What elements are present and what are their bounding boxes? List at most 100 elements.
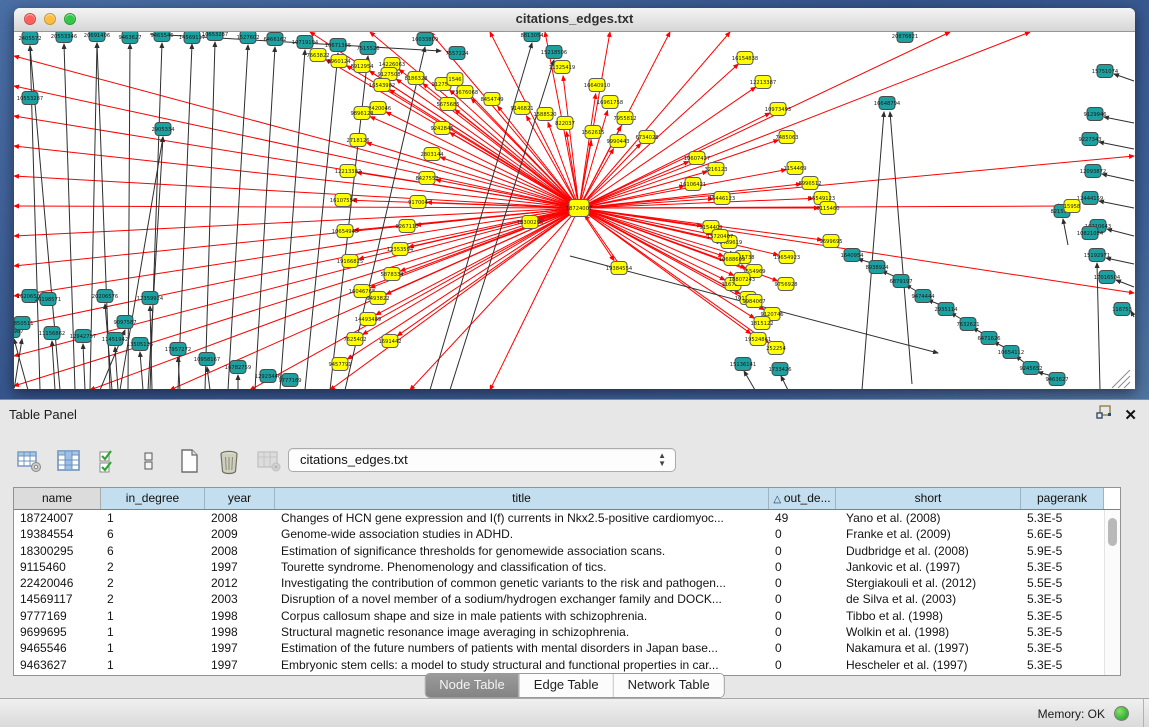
table-cell[interactable]: Hescheler et al. (1997) [836, 657, 1021, 673]
table-cell[interactable]: 5.3E-5 [1021, 510, 1104, 526]
graph-node[interactable]: 20553346 [51, 32, 77, 43]
column-header-year[interactable]: year [205, 488, 275, 509]
network-canvas[interactable]: 2405572205533462069140694636279465546145… [14, 32, 1135, 389]
column-header-out-de[interactable]: △ out_de... [769, 488, 836, 509]
graph-node[interactable]: 12213387 [750, 76, 776, 89]
table-cell[interactable]: 2008 [205, 510, 275, 526]
graph-node[interactable]: 9984067 [742, 295, 765, 308]
graph-node[interactable]: 16640910 [584, 79, 610, 92]
table-cell[interactable]: 1 [101, 608, 205, 624]
graph-node[interactable]: 2718126 [346, 134, 369, 147]
table-cell[interactable]: Wolkin et al. (1998) [836, 624, 1021, 640]
graph-node[interactable]: 16154838 [732, 52, 758, 65]
table-selector[interactable]: citations_edges.txt ▲▼ [288, 448, 676, 472]
graph-node[interactable]: 11156862 [39, 327, 65, 340]
zoom-button[interactable] [64, 13, 76, 25]
graph-node[interactable]: 16961758 [597, 96, 623, 109]
import-table-icon[interactable] [254, 446, 284, 476]
column-header-in-degree[interactable]: in_degree [101, 488, 205, 509]
table-cell[interactable]: Estimation of the future numbers of pati… [275, 640, 769, 656]
table-cell[interactable]: 1997 [205, 559, 275, 575]
graph-node[interactable]: 7557224 [445, 47, 469, 60]
graph-node[interactable]: 6466162 [263, 33, 286, 46]
graph-node[interactable]: 10671385 [325, 39, 351, 52]
table-cell[interactable]: 9777169 [14, 608, 101, 624]
table-mode-icon[interactable] [14, 446, 44, 476]
graph-node[interactable]: 6879197 [889, 275, 912, 288]
graph-node[interactable]: 19524861 [745, 333, 771, 346]
graph-node[interactable]: 9777169 [278, 374, 301, 387]
graph-node[interactable]: 1691442 [378, 335, 401, 348]
table-cell[interactable]: Corpus callosum shape and size in male p… [275, 608, 769, 624]
table-cell[interactable]: Tourette syndrome. Phenomenology and cla… [275, 559, 769, 575]
graph-node[interactable]: 9463627 [1045, 373, 1068, 386]
close-button[interactable] [24, 13, 36, 25]
graph-node[interactable]: 1588520 [533, 108, 556, 121]
table-cell[interactable]: 0 [769, 559, 836, 575]
graph-node[interactable]: 8427552 [415, 172, 438, 185]
graph-node[interactable]: 12213382 [335, 165, 361, 178]
graph-node[interactable]: 19384554 [606, 262, 633, 275]
graph-node[interactable]: 15218506 [541, 46, 567, 59]
table-cell[interactable]: Stergiakouli et al. (2012) [836, 575, 1021, 591]
table-cell[interactable]: 9465546 [14, 640, 101, 656]
table-cell[interactable]: 1 [101, 640, 205, 656]
graph-node[interactable]: 9227343 [1078, 133, 1101, 146]
table-cell[interactable]: Tibbo et al. (1998) [836, 608, 1021, 624]
graph-node[interactable]: 2935114 [934, 303, 958, 316]
graph-node[interactable]: 11451942 [102, 333, 128, 346]
table-cell[interactable]: de Silva et al. (2003) [836, 591, 1021, 607]
table-cell[interactable]: Yano et al. (2008) [836, 510, 1021, 526]
table-row[interactable]: 946362711997Embryonic stem cells: a mode… [14, 657, 1120, 673]
select-columns-icon[interactable] [94, 446, 124, 476]
graph-node[interactable]: 15958 [1064, 200, 1081, 213]
delete-column-icon[interactable] [214, 446, 244, 476]
column-header-name[interactable]: name [14, 488, 101, 509]
graph-node[interactable]: 5878334 [380, 268, 404, 281]
table-cell[interactable]: 0 [769, 575, 836, 591]
resize-grip-icon[interactable] [1118, 376, 1130, 388]
graph-node[interactable]: 16033809 [412, 33, 438, 46]
graph-node[interactable]: 9245652 [1019, 362, 1042, 375]
graph-node[interactable]: 20876821 [892, 32, 918, 43]
graph-node[interactable]: 7515526 [356, 42, 379, 55]
table-cell[interactable]: 19384554 [14, 526, 101, 542]
scrollbar-thumb[interactable] [1108, 518, 1117, 546]
table-cell[interactable]: 2008 [205, 543, 275, 559]
table-vertical-scrollbar[interactable] [1104, 510, 1120, 675]
table-cell[interactable]: 5.3E-5 [1021, 559, 1104, 575]
table-cell[interactable]: 9699695 [14, 624, 101, 640]
graph-node[interactable]: 9465546 [150, 32, 173, 42]
graph-node[interactable]: 1154469 [783, 162, 806, 175]
graph-node[interactable]: 15751074 [1092, 65, 1119, 78]
graph-node[interactable]: 2803144 [420, 148, 444, 161]
graph-node[interactable]: 3216123 [704, 163, 727, 176]
table-cell[interactable]: 2 [101, 591, 205, 607]
graph-node[interactable]: 15136141 [730, 358, 756, 371]
table-cell[interactable]: 0 [769, 624, 836, 640]
graph-node[interactable]: 6471626 [977, 332, 1000, 345]
table-cell[interactable]: 6 [101, 543, 205, 559]
table-cell[interactable]: Estimation of significance thresholds fo… [275, 543, 769, 559]
graph-node[interactable]: 5675685 [436, 98, 459, 111]
graph-node[interactable]: 9474444 [911, 290, 935, 303]
graph-node-hub[interactable]: 18724007 [566, 200, 592, 217]
table-row[interactable]: 2242004622012Investigating the contribut… [14, 575, 1120, 591]
table-cell[interactable]: 5.3E-5 [1021, 624, 1104, 640]
memory-ok-led-icon[interactable] [1114, 706, 1129, 721]
graph-node[interactable]: 8813054 [520, 32, 544, 42]
tab-edge-table[interactable]: Edge Table [519, 674, 613, 697]
table-cell[interactable]: 5.5E-5 [1021, 575, 1104, 591]
table-cell[interactable]: 18724007 [14, 510, 101, 526]
graph-node[interactable]: 7632621 [956, 318, 979, 331]
graph-node[interactable]: 2905334 [151, 123, 175, 136]
resize-grip-icon[interactable] [1124, 382, 1130, 388]
graph-node[interactable]: 13505135 [127, 338, 153, 351]
graph-node[interactable]: 7485063 [775, 131, 798, 144]
table-cell[interactable]: 1997 [205, 657, 275, 673]
graph-node[interactable]: 20206576 [92, 290, 118, 303]
table-cell[interactable]: 2 [101, 559, 205, 575]
graph-node[interactable]: 10654112 [998, 346, 1024, 359]
graph-node[interactable]: 12093872 [1080, 165, 1106, 178]
graph-node[interactable]: 7663822 [306, 49, 329, 62]
